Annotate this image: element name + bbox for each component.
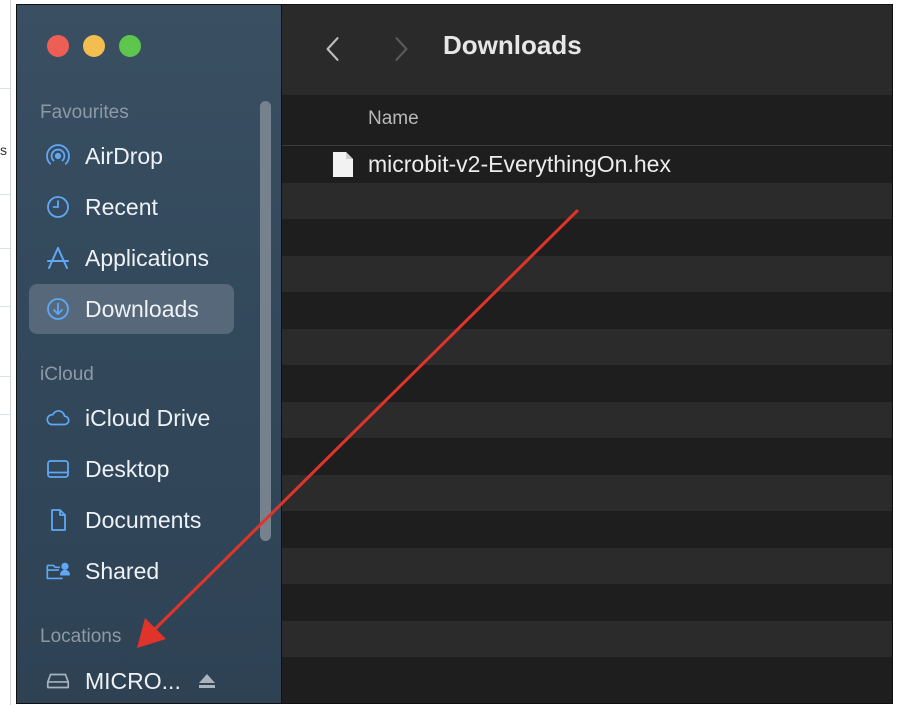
desktop-icon — [43, 454, 73, 484]
sidebar-item-label: Documents — [85, 506, 202, 533]
sidebar-item-applications[interactable]: Applications — [29, 233, 234, 283]
close-button[interactable] — [47, 35, 69, 57]
sidebar-scrollbar[interactable] — [260, 101, 271, 541]
sidebar-item-label: iCloud Drive — [85, 404, 211, 431]
back-button[interactable] — [318, 31, 348, 67]
section-label-favourites: Favourites — [40, 102, 129, 123]
empty-row — [282, 328, 892, 365]
eject-icon[interactable] — [197, 670, 219, 692]
sidebar-item-label: AirDrop — [85, 142, 163, 169]
file-list: microbit-v2-EverythingOn.hex — [282, 146, 892, 703]
finder-window: Favourites AirDrop Recent Applications D… — [16, 4, 893, 704]
empty-row — [282, 657, 892, 694]
file-row[interactable]: microbit-v2-EverythingOn.hex — [282, 146, 892, 183]
sidebar-item-label: Recent — [85, 193, 158, 220]
empty-row — [282, 255, 892, 292]
clock-icon — [43, 192, 73, 222]
empty-row — [282, 219, 892, 256]
sidebar-item-downloads[interactable]: Downloads — [29, 284, 234, 334]
window-title: Downloads — [443, 30, 582, 60]
airdrop-icon — [43, 141, 73, 171]
empty-row — [282, 474, 892, 511]
document-icon — [43, 505, 73, 535]
sidebar-item-label: Desktop — [85, 455, 170, 482]
section-label-locations: Locations — [40, 626, 122, 647]
empty-row — [282, 620, 892, 657]
background-window-edge: s — [0, 0, 11, 705]
chevron-left-icon — [326, 37, 339, 61]
sidebar-item-shared[interactable]: Shared — [29, 546, 234, 596]
downloads-icon — [43, 294, 73, 324]
empty-row — [282, 292, 892, 329]
sidebar-item-label: Applications — [85, 244, 210, 271]
sidebar-item-recent[interactable]: Recent — [29, 182, 234, 232]
sidebar-item-icloud-drive[interactable]: iCloud Drive — [29, 393, 234, 443]
shared-folder-icon — [43, 556, 73, 586]
empty-row — [282, 584, 892, 621]
sidebar: Favourites AirDrop Recent Applications D… — [17, 5, 282, 703]
section-label-icloud: iCloud — [40, 364, 94, 385]
empty-row — [282, 438, 892, 475]
sidebar-item-airdrop[interactable]: AirDrop — [29, 131, 234, 181]
sidebar-item-documents[interactable]: Documents — [29, 495, 234, 545]
background-glyph: s — [0, 142, 7, 158]
minimize-button[interactable] — [83, 35, 105, 57]
drive-icon — [43, 666, 73, 696]
sidebar-item-label: MICRO... — [85, 667, 181, 694]
column-header-name[interactable]: Name — [368, 108, 419, 130]
sidebar-item-micro-drive[interactable]: MICRO... — [29, 656, 234, 703]
applications-icon — [43, 243, 73, 273]
file-icon — [333, 151, 353, 177]
empty-row — [282, 182, 892, 219]
toolbar: Downloads — [282, 5, 892, 95]
sidebar-item-label: Shared — [85, 557, 160, 584]
file-name: microbit-v2-EverythingOn.hex — [368, 150, 671, 177]
forward-button[interactable] — [386, 31, 416, 67]
zoom-button[interactable] — [119, 35, 141, 57]
column-header: Name — [282, 95, 892, 146]
chevron-right-icon — [395, 37, 408, 61]
empty-row — [282, 547, 892, 584]
cloud-icon — [43, 403, 73, 433]
empty-row — [282, 511, 892, 548]
empty-row — [282, 365, 892, 402]
sidebar-item-label: Downloads — [85, 295, 199, 322]
empty-row — [282, 401, 892, 438]
sidebar-item-desktop[interactable]: Desktop — [29, 444, 234, 494]
